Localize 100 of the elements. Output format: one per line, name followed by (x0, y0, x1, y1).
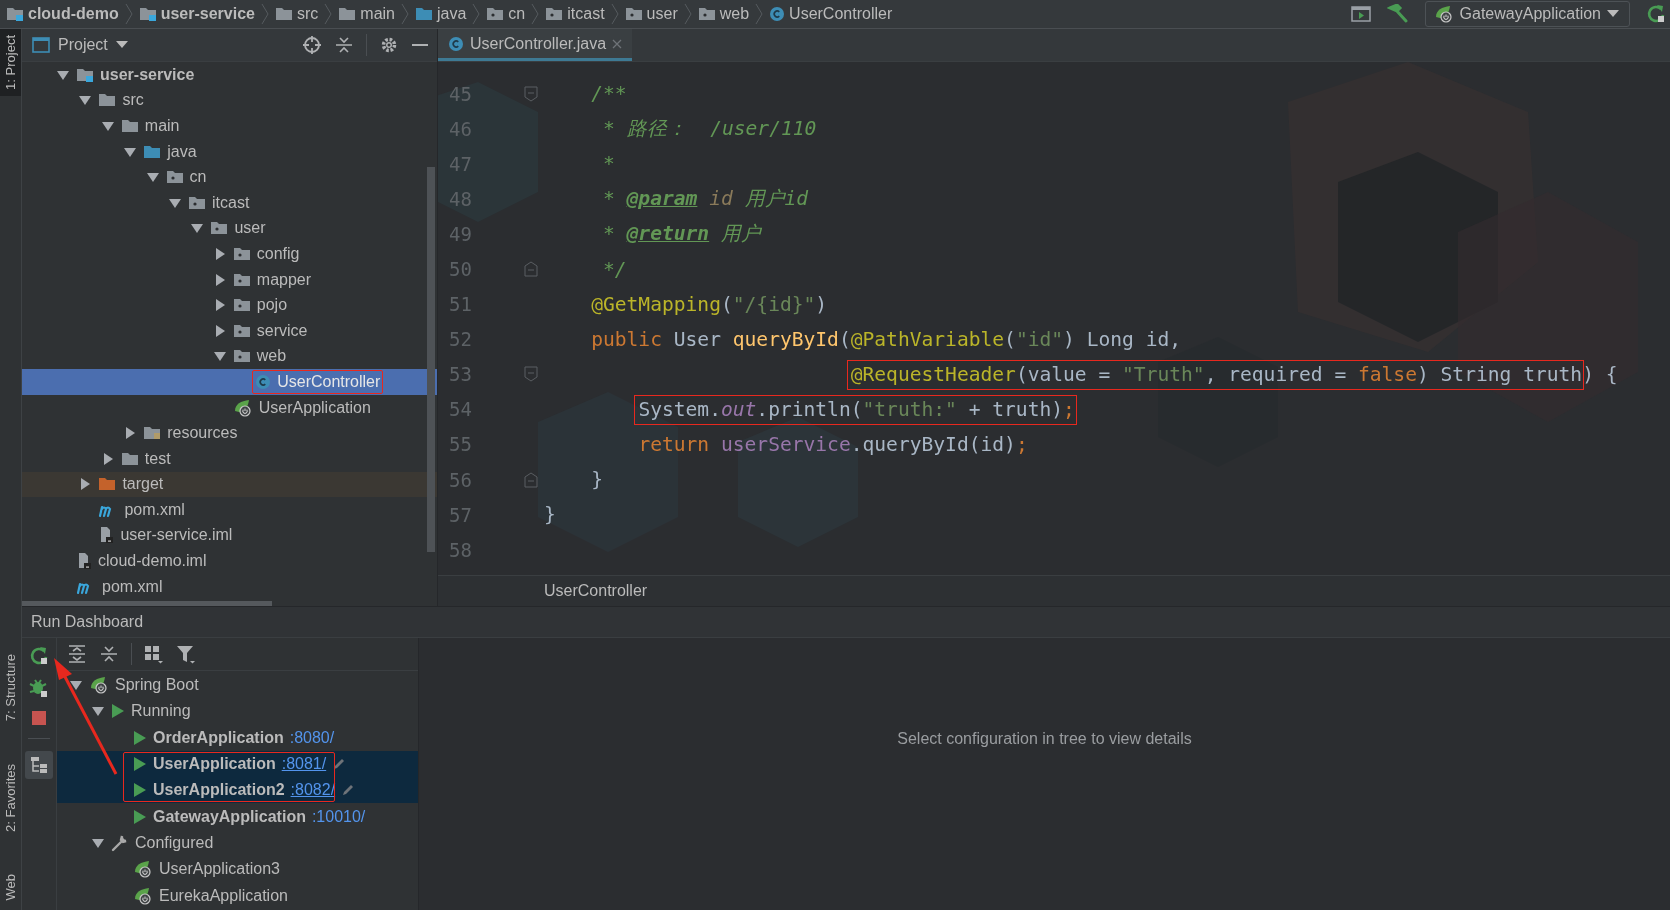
tree-item[interactable]: test (22, 445, 437, 472)
tree-item[interactable]: cn (22, 164, 437, 190)
tree-item[interactable]: UserController (22, 369, 437, 395)
tree-item[interactable]: UserApplication :8081/ (57, 750, 418, 778)
settings-icon[interactable] (379, 35, 399, 55)
editor-tab[interactable]: UserController.java (438, 29, 633, 61)
tree-item[interactable]: cloud-demo.iml (22, 548, 437, 574)
pencil-icon[interactable] (332, 757, 347, 772)
breadcrumb-item[interactable]: itcast (545, 5, 605, 23)
filter-icon[interactable] (176, 644, 196, 664)
tree-item[interactable]: UserApplication2 :8082/ (57, 777, 418, 804)
caret-down-icon[interactable] (145, 171, 160, 184)
breadcrumb-item[interactable]: user-service (138, 5, 255, 23)
tree-item[interactable]: main (22, 113, 437, 139)
expand-all-icon[interactable] (67, 644, 87, 664)
view-selector[interactable]: Project (32, 36, 128, 54)
run-configuration-dropdown[interactable]: GatewayApplication (1424, 1, 1630, 27)
file-icon (76, 552, 92, 571)
tree-item[interactable]: web (22, 343, 437, 370)
collapse-all-icon[interactable] (334, 35, 354, 55)
fold-marker-icon[interactable] (524, 85, 538, 102)
group-icon[interactable] (144, 644, 164, 664)
tree-item[interactable]: OrderApplication :8080/ (57, 724, 418, 751)
rerun-icon[interactable] (1646, 4, 1666, 24)
fold-marker-icon[interactable] (524, 261, 538, 277)
code-text: public User queryById(@PathVariable("id") Long id, (591, 327, 1182, 351)
run-window-icon[interactable] (1350, 5, 1371, 23)
tree-item[interactable]: user (22, 215, 437, 242)
resources-folder-icon (143, 425, 162, 442)
rerun-icon[interactable] (29, 646, 49, 666)
tree-item[interactable]: user-service (22, 62, 437, 88)
target-icon[interactable] (302, 35, 322, 55)
tree-item[interactable]: config (22, 241, 437, 267)
folder-icon (338, 6, 357, 22)
breadcrumb-item[interactable]: cn (486, 5, 526, 23)
chevron-icon (755, 3, 764, 25)
caret-down-icon[interactable] (168, 196, 182, 209)
code-text: * @return 用户 (603, 221, 761, 248)
caret-down-icon[interactable] (69, 679, 83, 692)
tree-item[interactable]: UserApplication3 (57, 856, 418, 883)
pencil-icon[interactable] (341, 783, 356, 798)
port-link[interactable]: :8082/ (290, 781, 336, 800)
fold-marker-icon[interactable] (524, 471, 538, 488)
collapse-all-icon[interactable] (99, 644, 119, 664)
tree-item[interactable]: EurekaApplication (57, 882, 418, 909)
caret-down-icon[interactable] (212, 350, 227, 363)
chevron-icon (260, 3, 269, 25)
tool-window-tab[interactable]: 2: Favorites (0, 757, 21, 838)
tool-window-tab[interactable]: Web (0, 867, 21, 906)
tree-item[interactable]: Running (57, 698, 418, 725)
tree-item[interactable]: service (22, 317, 437, 344)
tree-item[interactable]: Spring Boot (57, 672, 418, 699)
tool-window-tab[interactable]: 1: Project (0, 29, 21, 96)
tool-window-tab[interactable]: 7: Structure (0, 648, 21, 728)
breadcrumb-item[interactable]: src (274, 5, 319, 23)
hammer-icon[interactable] (1386, 4, 1409, 24)
tree-item[interactable]: pom.xml (22, 497, 437, 523)
package-folder-icon (697, 6, 716, 22)
port-link[interactable]: :8080/ (289, 728, 335, 747)
chevron-icon (610, 3, 619, 25)
bug-icon[interactable] (29, 678, 49, 698)
breadcrumb-item[interactable]: user (624, 5, 678, 23)
tree-item[interactable]: src (22, 87, 437, 114)
package-folder-icon (232, 271, 251, 288)
tree-item[interactable]: UserApplication (22, 394, 437, 421)
breadcrumb-item[interactable]: java (415, 5, 467, 23)
scrollbar[interactable] (22, 601, 272, 606)
port-link[interactable]: :10010/ (311, 807, 366, 826)
spring-app-icon (232, 398, 253, 417)
port-link[interactable]: :8081/ (281, 755, 327, 774)
fold-marker-icon[interactable] (524, 366, 538, 383)
tree-item[interactable]: Configured (57, 829, 418, 857)
caret-down-icon[interactable] (190, 222, 205, 235)
caret-down-icon[interactable] (56, 68, 70, 81)
chevron-icon (124, 3, 133, 25)
caret-down-icon[interactable] (123, 145, 138, 158)
tree-item[interactable]: itcast (22, 189, 437, 216)
breadcrumb-item[interactable]: UserController (769, 5, 893, 23)
tree-item[interactable]: target (22, 471, 437, 498)
breadcrumb-item[interactable]: web (697, 5, 750, 23)
breadcrumb-item[interactable]: UserController (544, 582, 648, 600)
stop-icon[interactable] (31, 710, 47, 726)
tree-item[interactable]: pojo (22, 292, 437, 318)
tree-item[interactable]: GatewayApplication :10010/ (57, 803, 418, 830)
tree-item[interactable]: java (22, 138, 437, 165)
tree-item[interactable]: pom.xml (22, 573, 437, 600)
tree-item[interactable]: user-service.iml (22, 522, 437, 549)
breadcrumb-item[interactable]: main (338, 5, 395, 23)
scrollbar[interactable] (427, 167, 435, 552)
caret-down-icon[interactable] (100, 120, 115, 132)
caret-down-icon[interactable] (78, 94, 93, 107)
tree-item[interactable]: mapper (22, 266, 437, 293)
tree-icon (30, 756, 48, 774)
code-text: * 路径： /user/110 (603, 116, 817, 143)
tree-view-button[interactable] (25, 751, 53, 779)
caret-down-icon[interactable] (91, 836, 105, 849)
tree-item[interactable]: resources (22, 420, 437, 446)
spring-app-icon (133, 886, 153, 905)
breadcrumb-item[interactable]: cloud-demo (6, 5, 119, 23)
caret-down-icon[interactable] (91, 705, 105, 718)
